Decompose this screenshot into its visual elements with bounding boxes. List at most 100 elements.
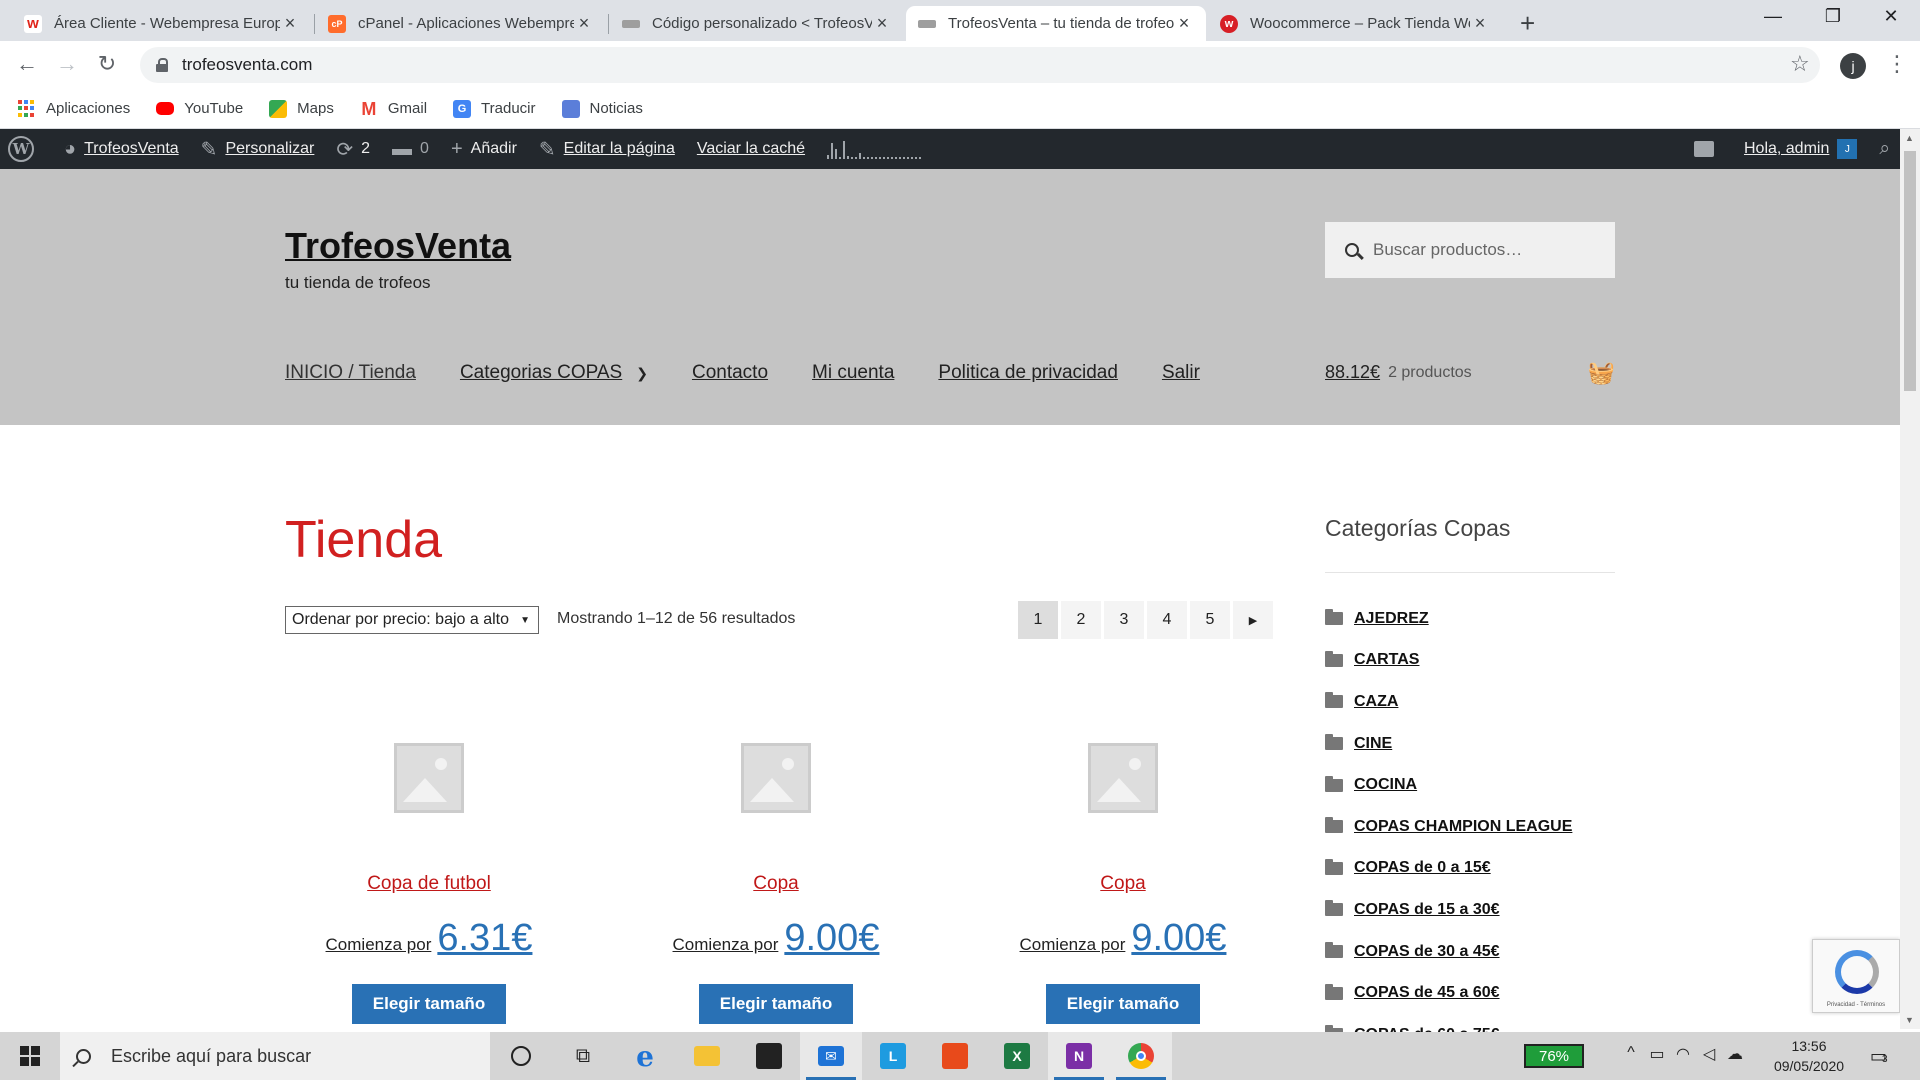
category-item[interactable]: COPAS de 30 a 45€	[1325, 931, 1572, 973]
category-item[interactable]: COCINA	[1325, 764, 1572, 806]
admin-site-name[interactable]: ◕ TrofeosVenta	[64, 138, 179, 161]
reload-icon[interactable]: ↻	[92, 51, 122, 77]
product-image-placeholder-icon[interactable]	[741, 743, 811, 813]
file-explorer-icon[interactable]	[676, 1032, 738, 1080]
admin-edit-page[interactable]: ✎ Editar la página	[539, 137, 675, 162]
taskbar-clock[interactable]: 13:56 09/05/2020	[1764, 1036, 1854, 1076]
category-item[interactable]: AJEDREZ	[1325, 598, 1572, 640]
bookmark-aplicaciones[interactable]: Aplicaciones	[18, 99, 130, 118]
category-item[interactable]: COPAS de 45 a 60€	[1325, 972, 1572, 1014]
choose-size-button[interactable]: Elegir tamaño	[1046, 984, 1200, 1024]
next-page-arrow-icon[interactable]: ▶	[1233, 601, 1273, 639]
product-search-input[interactable]: Buscar productos…	[1325, 222, 1615, 278]
stats-sparkline-icon[interactable]	[827, 139, 923, 159]
bookmark-maps[interactable]: Maps	[269, 99, 334, 118]
forward-arrow-icon[interactable]: →	[52, 51, 82, 77]
bookmark-noticias[interactable]: Noticias	[561, 99, 643, 118]
close-tab-icon[interactable]: ×	[872, 13, 892, 34]
product-name-link[interactable]: Copa	[993, 873, 1253, 895]
address-bar[interactable]: trofeosventa.com	[140, 47, 1820, 83]
site-title[interactable]: TrofeosVenta	[285, 225, 511, 267]
tray-chevron-up-icon[interactable]: ^	[1618, 1044, 1644, 1064]
page-scrollbar[interactable]: ▲ ▼	[1900, 129, 1920, 1029]
excel-icon[interactable]: X	[986, 1032, 1048, 1080]
product-image-placeholder-icon[interactable]	[1088, 743, 1158, 813]
close-tab-icon[interactable]: ×	[574, 13, 594, 34]
onedrive-cloud-icon[interactable]: ☁	[1722, 1044, 1748, 1064]
admin-clear-cache[interactable]: Vaciar la caché	[697, 140, 805, 158]
nav-item-mi-cuenta[interactable]: Mi cuenta	[812, 362, 894, 384]
scroll-down-arrow-icon[interactable]: ▼	[1905, 1015, 1914, 1025]
nav-item-politica-privacidad[interactable]: Politica de privacidad	[938, 362, 1118, 384]
notification-center-icon[interactable]: ▭ 3	[1870, 1046, 1888, 1067]
nav-item-inicio-tienda[interactable]: INICIO / Tienda	[285, 362, 416, 384]
browser-menu-icon[interactable]: ⋮	[1886, 51, 1908, 77]
bookmark-star-icon[interactable]: ☆	[1790, 51, 1810, 77]
header-cart[interactable]: 88.12€ 2 productos 🧺	[1325, 360, 1615, 385]
l-app-icon[interactable]: L	[862, 1032, 924, 1080]
orderby-select[interactable]: Ordenar por precio: bajo a alto ▼	[285, 606, 539, 634]
browser-tab-4[interactable]: w Woocommerce – Pack Tienda Woo ×	[1208, 6, 1502, 41]
close-tab-icon[interactable]: ×	[1470, 13, 1490, 34]
page-number[interactable]: 5	[1190, 601, 1230, 639]
nav-item-salir[interactable]: Salir	[1162, 362, 1200, 384]
restore-window-icon[interactable]: ❐	[1818, 6, 1848, 27]
volume-icon[interactable]: ◁	[1696, 1044, 1722, 1064]
browser-tab-3[interactable]: TrofeosVenta – tu tienda de trofeos ×	[906, 6, 1206, 41]
mail-icon[interactable]: ✉	[800, 1032, 862, 1080]
admin-updates[interactable]: ⟳ 2	[336, 137, 370, 162]
task-view-icon[interactable]: ⧉	[552, 1032, 614, 1080]
category-item[interactable]: CAZA	[1325, 681, 1572, 723]
close-tab-icon[interactable]: ×	[1174, 13, 1194, 34]
start-button[interactable]	[0, 1046, 60, 1066]
nav-item-contacto[interactable]: Contacto	[692, 362, 768, 384]
choose-size-button[interactable]: Elegir tamaño	[699, 984, 853, 1024]
category-item[interactable]: COPAS de 15 a 30€	[1325, 889, 1572, 931]
category-item[interactable]: COPAS de 0 a 15€	[1325, 848, 1572, 890]
admin-search-icon[interactable]: ⌕	[1879, 138, 1890, 160]
taskbar-search-input[interactable]: Escribe aquí para buscar	[60, 1032, 490, 1080]
category-item[interactable]: COPAS CHAMPION LEAGUE	[1325, 806, 1572, 848]
bookmark-gmail[interactable]: M Gmail	[359, 99, 427, 118]
edge-icon[interactable]: e	[614, 1032, 676, 1080]
page-number[interactable]: 4	[1147, 601, 1187, 639]
nav-item-categorias-copas[interactable]: Categorias COPAS ❯	[460, 362, 648, 384]
close-tab-icon[interactable]: ×	[280, 13, 300, 34]
product-image-placeholder-icon[interactable]	[394, 743, 464, 813]
scrollbar-thumb[interactable]	[1904, 151, 1916, 391]
browser-tab-2[interactable]: Código personalizado < TrofeosVenta ×	[610, 6, 904, 41]
notes-icon[interactable]	[1693, 141, 1714, 157]
page-number[interactable]: 2	[1061, 601, 1101, 639]
browser-tab-1[interactable]: cP cPanel - Aplicaciones Webempresa ×	[316, 6, 606, 41]
battery-icon[interactable]: ▭	[1644, 1044, 1670, 1064]
wordpress-logo-icon[interactable]: W	[8, 136, 42, 162]
onenote-icon[interactable]: N	[1048, 1032, 1110, 1080]
cortana-icon[interactable]	[490, 1032, 552, 1080]
office-icon[interactable]	[924, 1032, 986, 1080]
page-number[interactable]: 3	[1104, 601, 1144, 639]
wifi-icon[interactable]: ◠	[1670, 1044, 1696, 1064]
back-arrow-icon[interactable]: ←	[12, 51, 42, 77]
admin-comments[interactable]: ▬ 0	[392, 138, 429, 161]
close-window-icon[interactable]: ✕	[1876, 6, 1906, 27]
admin-add-new[interactable]: + Añadir	[451, 138, 517, 161]
category-item[interactable]: CARTAS	[1325, 640, 1572, 682]
admin-customize[interactable]: ✎ Personalizar	[201, 137, 315, 162]
bookmark-youtube[interactable]: YouTube	[156, 100, 243, 117]
battery-indicator[interactable]: 76%	[1524, 1044, 1584, 1068]
admin-greeting[interactable]: Hola, admin	[1744, 140, 1829, 158]
recaptcha-badge[interactable]: Privacidad - Términos	[1812, 939, 1900, 1013]
profile-avatar[interactable]: j	[1840, 53, 1866, 79]
store-icon[interactable]	[738, 1032, 800, 1080]
category-item[interactable]: CINE	[1325, 723, 1572, 765]
browser-tab-0[interactable]: w Área Cliente - Webempresa Europa ×	[12, 6, 312, 41]
bookmark-traducir[interactable]: G Traducir	[453, 99, 536, 118]
scroll-up-arrow-icon[interactable]: ▲	[1905, 133, 1914, 143]
new-tab-icon[interactable]: +	[1520, 8, 1535, 39]
product-name-link[interactable]: Copa de futbol	[299, 873, 559, 895]
minimize-window-icon[interactable]: —	[1758, 6, 1788, 27]
product-name-link[interactable]: Copa	[646, 873, 906, 895]
admin-avatar[interactable]: J	[1837, 139, 1858, 159]
chrome-icon[interactable]	[1110, 1032, 1172, 1080]
choose-size-button[interactable]: Elegir tamaño	[352, 984, 506, 1024]
